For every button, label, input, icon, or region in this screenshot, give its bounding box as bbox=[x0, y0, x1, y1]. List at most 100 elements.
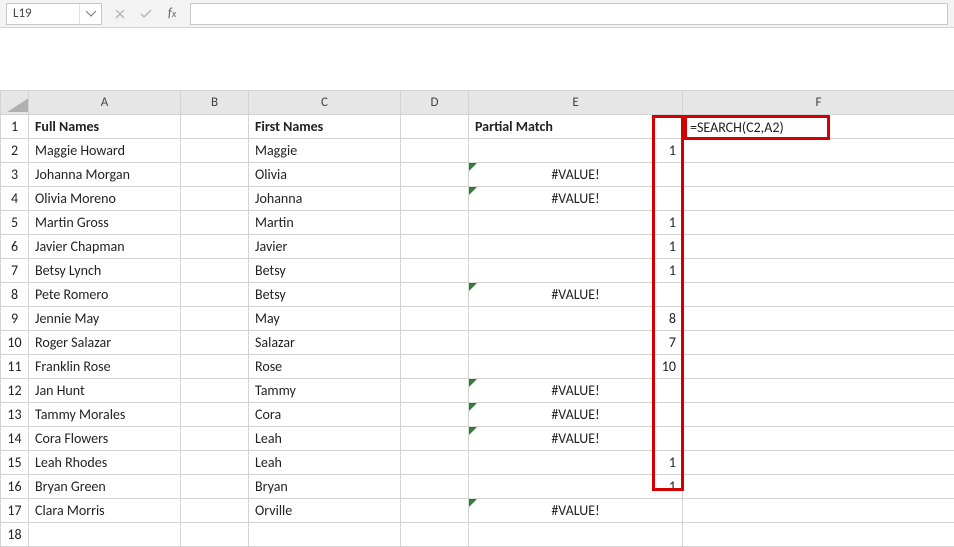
cell[interactable]: 8 bbox=[469, 307, 683, 331]
cell[interactable]: 1 bbox=[469, 211, 683, 235]
col-header-C[interactable]: C bbox=[249, 91, 401, 115]
cell[interactable] bbox=[683, 163, 954, 187]
cell[interactable]: Bryan bbox=[249, 475, 401, 499]
cell[interactable]: 1 bbox=[469, 259, 683, 283]
cell[interactable] bbox=[683, 403, 954, 427]
cell[interactable]: Orville bbox=[249, 499, 401, 523]
row-header[interactable]: 17 bbox=[1, 499, 29, 523]
cell[interactable]: Olivia bbox=[249, 163, 401, 187]
row-header[interactable]: 16 bbox=[1, 475, 29, 499]
cell[interactable] bbox=[683, 259, 954, 283]
cell[interactable] bbox=[401, 307, 469, 331]
cell[interactable] bbox=[181, 187, 249, 211]
cell[interactable] bbox=[181, 163, 249, 187]
name-box-input[interactable] bbox=[7, 4, 79, 24]
row-header[interactable]: 8 bbox=[1, 283, 29, 307]
cell[interactable] bbox=[401, 355, 469, 379]
cell[interactable]: Full Names bbox=[29, 115, 181, 139]
spreadsheet-grid[interactable]: A B C D E F 1Full NamesFirst NamesPartia… bbox=[0, 90, 954, 547]
formula-input[interactable] bbox=[190, 3, 948, 25]
cell[interactable]: Pete Romero bbox=[29, 283, 181, 307]
row-header[interactable]: 15 bbox=[1, 451, 29, 475]
row-header[interactable]: 1 bbox=[1, 115, 29, 139]
cell[interactable] bbox=[469, 523, 683, 547]
cell[interactable]: Maggie bbox=[249, 139, 401, 163]
cell[interactable] bbox=[181, 475, 249, 499]
cell[interactable] bbox=[401, 163, 469, 187]
cell[interactable]: #VALUE! bbox=[469, 283, 683, 307]
cell[interactable] bbox=[181, 451, 249, 475]
cell[interactable]: Leah Rhodes bbox=[29, 451, 181, 475]
cell[interactable] bbox=[683, 187, 954, 211]
cell[interactable]: Betsy bbox=[249, 283, 401, 307]
cell[interactable] bbox=[401, 475, 469, 499]
cell[interactable]: 10 bbox=[469, 355, 683, 379]
cell[interactable] bbox=[401, 379, 469, 403]
cell[interactable]: Partial Match bbox=[469, 115, 683, 139]
cell[interactable] bbox=[683, 139, 954, 163]
cell[interactable] bbox=[683, 379, 954, 403]
cell[interactable] bbox=[181, 307, 249, 331]
col-header-B[interactable]: B bbox=[181, 91, 249, 115]
cell[interactable]: Roger Salazar bbox=[29, 331, 181, 355]
row-header[interactable]: 7 bbox=[1, 259, 29, 283]
cell[interactable] bbox=[181, 139, 249, 163]
cell[interactable]: Johanna Morgan bbox=[29, 163, 181, 187]
cell[interactable]: 1 bbox=[469, 451, 683, 475]
cell[interactable] bbox=[181, 355, 249, 379]
cell[interactable] bbox=[401, 499, 469, 523]
cell[interactable]: Tammy Morales bbox=[29, 403, 181, 427]
row-header[interactable]: 10 bbox=[1, 331, 29, 355]
cell[interactable]: First Names bbox=[249, 115, 401, 139]
cell[interactable]: Betsy bbox=[249, 259, 401, 283]
cell[interactable] bbox=[683, 523, 954, 547]
cell[interactable]: #VALUE! bbox=[469, 163, 683, 187]
row-header[interactable]: 13 bbox=[1, 403, 29, 427]
row-header[interactable]: 18 bbox=[1, 523, 29, 547]
cell[interactable]: #VALUE! bbox=[469, 403, 683, 427]
cell[interactable] bbox=[683, 235, 954, 259]
cell[interactable] bbox=[401, 523, 469, 547]
cell[interactable] bbox=[401, 139, 469, 163]
row-header[interactable]: 2 bbox=[1, 139, 29, 163]
cell[interactable]: Betsy Lynch bbox=[29, 259, 181, 283]
row-header[interactable]: 12 bbox=[1, 379, 29, 403]
cell[interactable]: May bbox=[249, 307, 401, 331]
cell[interactable]: Martin bbox=[249, 211, 401, 235]
cell[interactable] bbox=[401, 403, 469, 427]
select-all-corner[interactable] bbox=[1, 91, 29, 115]
cell[interactable] bbox=[401, 187, 469, 211]
cell[interactable] bbox=[181, 235, 249, 259]
cell[interactable]: Jennie May bbox=[29, 307, 181, 331]
cell[interactable] bbox=[181, 403, 249, 427]
cell[interactable]: #VALUE! bbox=[469, 427, 683, 451]
cell[interactable] bbox=[181, 331, 249, 355]
cell[interactable]: Leah bbox=[249, 451, 401, 475]
cell[interactable]: 1 bbox=[469, 139, 683, 163]
cell[interactable] bbox=[181, 427, 249, 451]
cell[interactable] bbox=[401, 283, 469, 307]
cell[interactable]: Tammy bbox=[249, 379, 401, 403]
cell[interactable] bbox=[249, 523, 401, 547]
cell[interactable] bbox=[683, 331, 954, 355]
cell[interactable]: 1 bbox=[469, 235, 683, 259]
cell[interactable]: 7 bbox=[469, 331, 683, 355]
cell[interactable]: Jan Hunt bbox=[29, 379, 181, 403]
cell[interactable] bbox=[181, 283, 249, 307]
cell[interactable]: Clara Morris bbox=[29, 499, 181, 523]
cell[interactable]: Rose bbox=[249, 355, 401, 379]
cell[interactable]: Olivia Moreno bbox=[29, 187, 181, 211]
cell[interactable] bbox=[181, 259, 249, 283]
row-header[interactable]: 3 bbox=[1, 163, 29, 187]
cell[interactable]: Cora Flowers bbox=[29, 427, 181, 451]
fx-icon[interactable]: fx bbox=[160, 3, 184, 25]
cell[interactable] bbox=[401, 259, 469, 283]
cell[interactable]: Salazar bbox=[249, 331, 401, 355]
cell[interactable] bbox=[401, 451, 469, 475]
col-header-D[interactable]: D bbox=[401, 91, 469, 115]
cell[interactable] bbox=[181, 379, 249, 403]
row-header[interactable]: 5 bbox=[1, 211, 29, 235]
col-header-E[interactable]: E bbox=[469, 91, 683, 115]
cell[interactable] bbox=[683, 451, 954, 475]
cell[interactable]: Javier bbox=[249, 235, 401, 259]
